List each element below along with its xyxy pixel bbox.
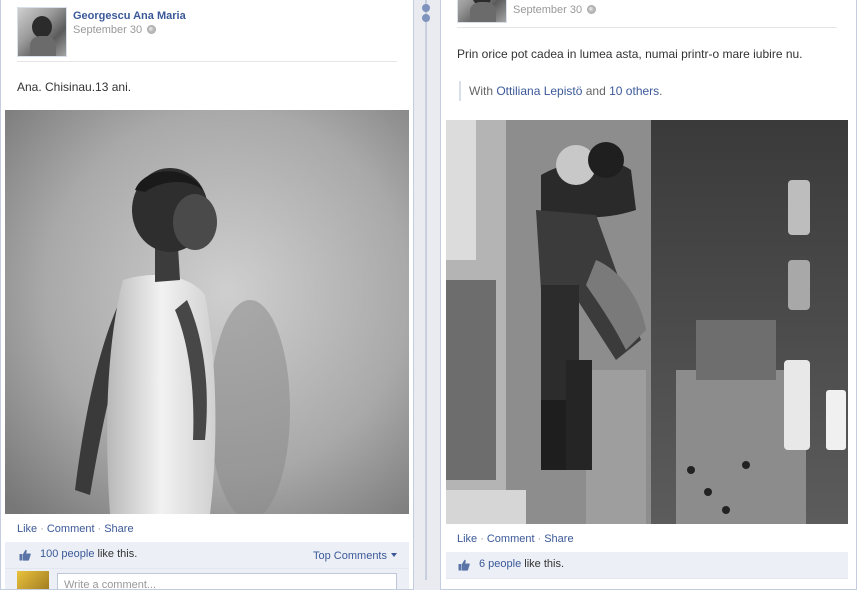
tagged-others-link[interactable]: 10 others	[609, 84, 659, 98]
photo-illustration	[446, 120, 848, 524]
with-and: and	[585, 84, 606, 98]
photo-illustration	[5, 110, 409, 514]
top-comments-label[interactable]: Top Comments	[313, 550, 387, 562]
post-message: Ana. Chisinau.13 ani.	[17, 80, 132, 94]
post-date-text[interactable]: September 30	[73, 24, 142, 36]
comment-link[interactable]: Comment	[47, 523, 95, 535]
author-name[interactable]: Georgescu Ana Maria	[73, 10, 186, 22]
chevron-down-icon	[391, 553, 397, 557]
with-end: .	[659, 84, 663, 98]
post-date[interactable]: September 30	[513, 4, 597, 16]
post-date-text[interactable]: September 30	[513, 4, 582, 16]
likes-summary: 100 people like this.	[40, 548, 137, 560]
audience-globe-icon[interactable]	[587, 5, 597, 14]
likes-summary: 6 people like this.	[479, 558, 564, 570]
header-divider	[457, 27, 837, 28]
thumbs-up-icon	[458, 559, 470, 571]
with-prefix: With	[469, 84, 493, 98]
action-separator: ·	[40, 523, 44, 535]
post-photo[interactable]	[446, 120, 848, 524]
comment-placeholder: Write a comment...	[64, 579, 157, 590]
author-avatar[interactable]	[17, 7, 67, 57]
like-link[interactable]: Like	[17, 523, 37, 535]
likes-count-link[interactable]: 100 people	[40, 548, 94, 560]
timeline-spine	[425, 0, 427, 580]
like-link[interactable]: Like	[457, 533, 477, 545]
share-link[interactable]: Share	[104, 523, 133, 535]
post-date[interactable]: September 30	[73, 24, 157, 36]
post-actions: Like · Comment · Share	[17, 523, 134, 535]
top-comments-dropdown[interactable]: Top Comments	[313, 550, 397, 562]
post-photo[interactable]	[5, 110, 409, 514]
post-message: Prin orice pot cadea in lumea asta, numa…	[457, 47, 803, 61]
header-divider	[17, 61, 397, 62]
likes-bar: 6 people like this.	[446, 552, 848, 579]
post-actions: Like · Comment · Share	[457, 533, 574, 545]
thumbs-up-icon	[19, 549, 31, 561]
timeline-marker	[422, 14, 430, 22]
viewer-avatar	[17, 571, 49, 589]
likes-suffix: like this.	[97, 548, 138, 560]
likes-bar: 100 people like this. Top Comments	[5, 542, 409, 569]
comment-input[interactable]: Write a comment...	[57, 573, 397, 590]
timeline-marker-top	[422, 4, 430, 12]
author-avatar[interactable]	[457, 0, 507, 23]
story-card-right: September 30 Prin orice pot cadea in lum…	[440, 0, 857, 590]
story-card-left: Georgescu Ana Maria September 30 Ana. Ch…	[0, 0, 414, 590]
tagged-person-link[interactable]: Ottiliana Lepistö	[496, 84, 582, 98]
action-separator: ·	[480, 533, 484, 545]
likes-suffix: like this.	[524, 558, 565, 570]
audience-globe-icon[interactable]	[147, 25, 157, 34]
action-separator: ·	[537, 533, 542, 545]
comment-link[interactable]: Comment	[487, 533, 535, 545]
action-separator: ·	[97, 523, 102, 535]
likes-count-link[interactable]: 6 people	[479, 558, 521, 570]
tagged-with: With Ottiliana Lepistö and 10 others.	[459, 81, 663, 101]
share-link[interactable]: Share	[544, 533, 573, 545]
